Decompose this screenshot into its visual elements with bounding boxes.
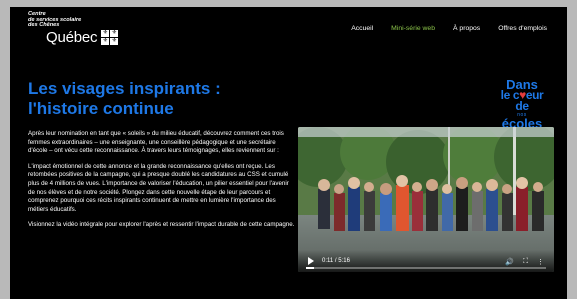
fleur-de-lis-flag-icon: ⚜ ⚜ ⚜ ⚜ [101,30,119,46]
video-controls: 0:11 / 5:16 🔊 ⛶ ⋮ [298,250,554,272]
volume-icon[interactable]: 🔊 [505,258,514,266]
video-player[interactable]: 0:11 / 5:16 🔊 ⛶ ⋮ [298,127,554,272]
logo-quebec-text: Québec [46,28,98,46]
play-icon[interactable] [308,257,314,265]
nav-item-mini-serie-web[interactable]: Mini-série web [391,25,435,32]
video-progress-bar[interactable] [306,267,546,269]
main-nav: Accueil Mini-série web À propos Offres d… [351,25,547,32]
video-progress-fill [306,267,315,269]
page-title: Les visages inspirants : l'histoire cont… [28,79,221,118]
nav-item-offres-emplois[interactable]: Offres d'emplois [498,25,547,32]
paragraph-intro: Après leur nomination en tant que « sole… [28,130,284,155]
paragraph-cta: Visionnez la vidéo intégrale pour explor… [28,221,295,229]
nav-item-a-propos[interactable]: À propos [453,25,480,32]
page-frame: Centre de services scolaire des Chênes Q… [10,7,567,299]
video-time: 0:11 / 5:16 [322,258,350,264]
nav-item-accueil[interactable]: Accueil [351,25,373,32]
logo[interactable]: Centre de services scolaire des Chênes Q… [28,11,119,46]
paragraph-impact: L'impact émotionnel de cette annonce et … [28,162,289,213]
logo-organization: Centre de services scolaire des Chênes [28,11,82,29]
fullscreen-icon[interactable]: ⛶ [523,258,528,266]
article-body: Après leur nomination en tant que « sole… [28,130,296,237]
more-options-icon[interactable]: ⋮ [537,258,544,266]
campaign-logo: Dans le c♥eur de nos écoles [500,77,544,131]
logo-quebec: Québec ⚜ ⚜ ⚜ ⚜ [46,28,119,46]
